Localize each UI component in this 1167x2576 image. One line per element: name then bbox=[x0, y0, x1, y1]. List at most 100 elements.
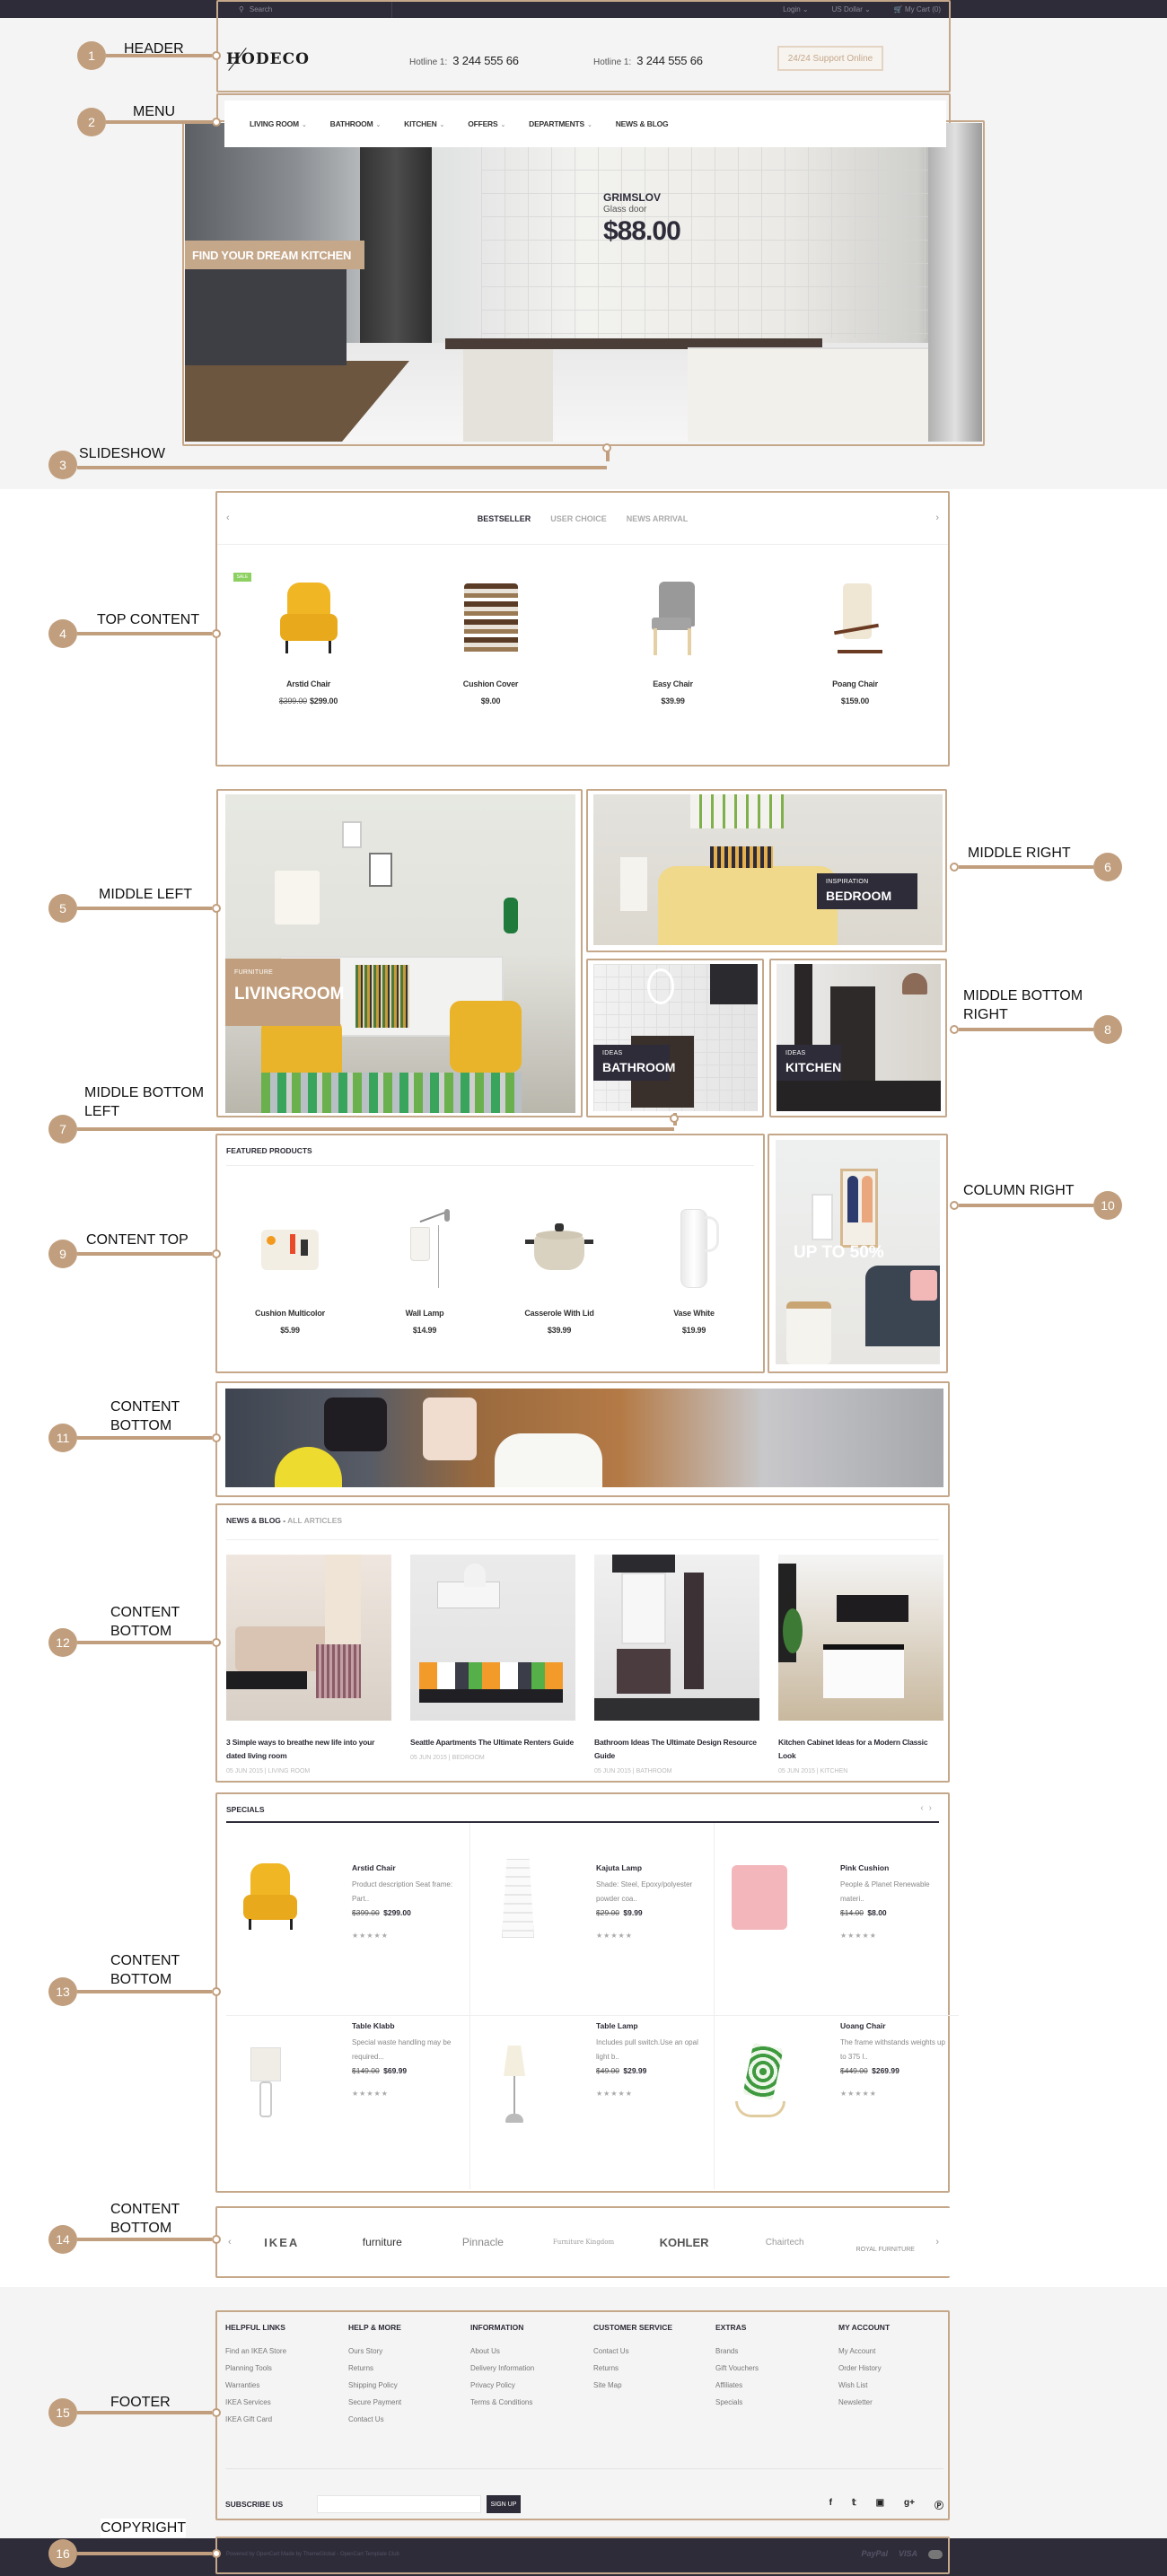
brand-logo-pinnacle[interactable]: Pinnacle bbox=[433, 2236, 533, 2248]
promo-product-sub: Glass door bbox=[603, 205, 647, 215]
blog-item[interactable]: 3 Simple ways to breathe new life into y… bbox=[226, 1555, 391, 1774]
pinterest-icon[interactable]: Ⓟ bbox=[934, 2498, 943, 2511]
footer-link[interactable]: IKEA Gift Card bbox=[225, 2415, 286, 2423]
brand-logo-furniture-kingdom[interactable]: Furniture Kingdom bbox=[533, 2239, 634, 2246]
annotation-line bbox=[77, 1127, 674, 1131]
blog-item[interactable]: Seattle Apartments The Ultimate Renters … bbox=[410, 1555, 575, 1761]
subscribe-email-input[interactable] bbox=[317, 2495, 481, 2513]
menu-item-departments[interactable]: DEPARTMENTS ⌄ bbox=[529, 119, 592, 128]
special-item[interactable]: Pink Cushion People & Planet Renewable m… bbox=[715, 1823, 959, 2016]
footer-link[interactable]: Wish List bbox=[838, 2381, 890, 2389]
annotation-number: 8 bbox=[1093, 1015, 1122, 1044]
special-info: Table Klabb Special waste handling may b… bbox=[352, 2021, 460, 2098]
blog-divider bbox=[226, 1539, 939, 1540]
footer-link[interactable]: Returns bbox=[593, 2364, 672, 2372]
footer-link[interactable]: Newsletter bbox=[838, 2398, 890, 2406]
signup-button[interactable]: SIGN UP bbox=[487, 2495, 521, 2513]
footer-link[interactable]: Find an IKEA Store bbox=[225, 2347, 286, 2355]
special-name: Kajuta Lamp bbox=[596, 1863, 643, 1872]
special-item[interactable]: Uoang Chair The frame withstands weights… bbox=[715, 1996, 959, 2189]
footer-link[interactable]: Contact Us bbox=[348, 2415, 401, 2423]
footer-link[interactable]: Ours Story bbox=[348, 2347, 401, 2355]
brand-logo-chairtech[interactable]: Chairtech bbox=[734, 2238, 835, 2247]
annotation-line bbox=[959, 1204, 1093, 1207]
brand-logo-royal-furniture[interactable]: ROYAL FURNITURE bbox=[835, 2232, 935, 2253]
special-item[interactable]: Kajuta Lamp Shade: Steel, Epoxy/polyeste… bbox=[470, 1823, 715, 2016]
twitter-icon[interactable]: 𝕥 bbox=[852, 2498, 856, 2511]
tab-user-choice[interactable]: USER CHOICE bbox=[550, 514, 607, 523]
tab-bestseller[interactable]: BESTSELLER bbox=[478, 514, 531, 523]
menu-item-news-blog[interactable]: NEWS & BLOG bbox=[616, 119, 669, 128]
product-price: $39.99 bbox=[547, 1326, 572, 1335]
prev-arrow-icon[interactable]: ‹ bbox=[920, 1803, 928, 1813]
bathroom-banner[interactable]: IDEAS BATHROOM bbox=[593, 964, 758, 1111]
product-card[interactable]: Wall Lamp $14.99 bbox=[357, 1207, 492, 1335]
footer-link[interactable]: Shipping Policy bbox=[348, 2381, 401, 2389]
brand-logo-furniture[interactable]: furniture bbox=[332, 2236, 433, 2248]
footer-divider bbox=[225, 2468, 943, 2469]
footer-link[interactable]: Secure Payment bbox=[348, 2398, 401, 2406]
footer-link[interactable]: Privacy Policy bbox=[470, 2381, 534, 2389]
product-card[interactable]: Poang Chair $159.00 bbox=[764, 578, 946, 705]
footer-link[interactable]: Site Map bbox=[593, 2381, 672, 2389]
prev-arrow-icon[interactable]: ‹ bbox=[226, 513, 230, 523]
slideshow-promo[interactable]: GRIMSLOV Glass door $88.00 bbox=[603, 191, 681, 247]
brand-logo-kohler[interactable]: KOHLER bbox=[634, 2236, 734, 2249]
product-card[interactable]: Cushion Multicolor $5.99 bbox=[223, 1207, 357, 1335]
product-card[interactable]: Arstid Chair $399.00 $299.00 bbox=[217, 578, 399, 705]
footer-link[interactable]: Affiliates bbox=[715, 2381, 759, 2389]
special-desc: Includes pull switch.Use an opal light b… bbox=[596, 2038, 698, 2061]
annotation-line bbox=[959, 865, 1093, 869]
google-plus-icon[interactable]: g+ bbox=[904, 2498, 915, 2511]
menu-item-bathroom[interactable]: BATHROOM ⌄ bbox=[330, 119, 382, 128]
footer-link[interactable]: Returns bbox=[348, 2364, 401, 2372]
facebook-icon[interactable]: f bbox=[829, 2498, 832, 2511]
special-desc: Special waste handling may be required..… bbox=[352, 2038, 452, 2061]
logo[interactable]: HODECO bbox=[226, 48, 310, 71]
brand-logo-ikea[interactable]: IKEA bbox=[232, 2236, 332, 2249]
sale-promo-banner[interactable]: UP TO 50% bbox=[776, 1140, 940, 1364]
footer-link[interactable]: Delivery Information bbox=[470, 2364, 534, 2372]
blog-item[interactable]: Bathroom Ideas The Ultimate Design Resou… bbox=[594, 1555, 759, 1774]
next-arrow-icon[interactable]: › bbox=[935, 513, 939, 523]
footer-link[interactable]: Planning Tools bbox=[225, 2364, 286, 2372]
subscribe-row: SUBSCRIBE US SIGN UP f 𝕥 ▣ g+ Ⓟ bbox=[225, 2495, 943, 2513]
new-price: $8.00 bbox=[867, 1908, 887, 1917]
next-arrow-icon[interactable]: › bbox=[929, 1803, 937, 1813]
kitchen-island bbox=[463, 349, 553, 442]
menu-item-living-room[interactable]: LIVING ROOM ⌄ bbox=[250, 119, 307, 128]
product-card[interactable]: Casserole With Lid $39.99 bbox=[492, 1207, 627, 1335]
slideshow-image[interactable] bbox=[185, 123, 982, 442]
footer-link[interactable]: Order History bbox=[838, 2364, 890, 2372]
footer-link[interactable]: Warranties bbox=[225, 2381, 286, 2389]
all-articles-link[interactable]: ALL ARTICLES bbox=[287, 1516, 342, 1525]
footer-link[interactable]: Specials bbox=[715, 2398, 759, 2406]
menu-item-offers[interactable]: OFFERS ⌄ bbox=[468, 119, 505, 128]
special-name: Pink Cushion bbox=[840, 1863, 890, 1872]
menu-item-kitchen[interactable]: KITCHEN ⌄ bbox=[404, 119, 444, 128]
product-card[interactable]: Cushion Cover $9.00 bbox=[399, 578, 582, 705]
bedroom-banner[interactable]: INSPIRATION BEDROOM bbox=[593, 794, 943, 945]
footer-link[interactable]: My Account bbox=[838, 2347, 890, 2355]
product-card[interactable]: Easy Chair $39.99 bbox=[582, 578, 764, 705]
blog-item[interactable]: Kitchen Cabinet Ideas for a Modern Class… bbox=[778, 1555, 943, 1774]
livingroom-banner[interactable]: FURNITURE LIVINGROOM bbox=[225, 794, 575, 1113]
product-image-wall-lamp bbox=[389, 1207, 461, 1292]
footer-link[interactable]: Gift Vouchers bbox=[715, 2364, 759, 2372]
tab-news-arrival[interactable]: NEWS ARRIVAL bbox=[627, 514, 689, 523]
support-online-button[interactable]: 24/24 Support Online bbox=[777, 46, 883, 71]
footer-link[interactable]: About Us bbox=[470, 2347, 534, 2355]
kitchen-banner[interactable]: IDEAS KITCHEN bbox=[777, 964, 941, 1111]
footer-link[interactable]: Terms & Conditions bbox=[470, 2398, 534, 2406]
wide-banner[interactable] bbox=[225, 1389, 943, 1487]
footer-link[interactable]: IKEA Services bbox=[225, 2398, 286, 2406]
special-item[interactable]: Arstid Chair Product description Seat fr… bbox=[226, 1823, 470, 2016]
next-arrow-icon[interactable]: › bbox=[935, 2237, 939, 2247]
instagram-icon[interactable]: ▣ bbox=[876, 2498, 884, 2511]
footer-link[interactable]: Contact Us bbox=[593, 2347, 672, 2355]
product-card[interactable]: Vase White $19.99 bbox=[627, 1207, 761, 1335]
footer-link[interactable]: Brands bbox=[715, 2347, 759, 2355]
annotation-number: 5 bbox=[48, 894, 77, 923]
special-item[interactable]: Table Klabb Special waste handling may b… bbox=[226, 1996, 470, 2189]
special-item[interactable]: Table Lamp Includes pull switch.Use an o… bbox=[470, 1996, 715, 2189]
